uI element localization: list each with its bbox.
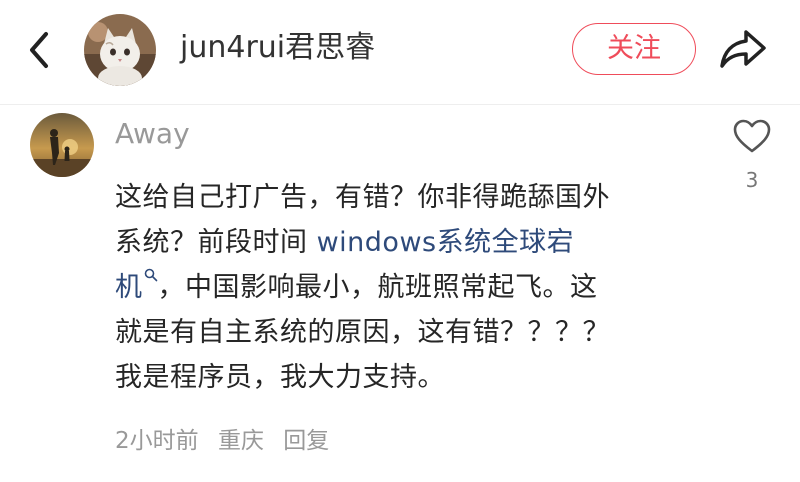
comment-line: 系统？前段时间 windows系统全球宕 — [115, 220, 695, 265]
search-icon[interactable] — [144, 251, 158, 282]
search-keyword-link-cont[interactable]: 机 — [115, 272, 143, 303]
comment-meta: 2小时前 重庆 回复 — [115, 425, 341, 457]
comment-time: 2小时前 — [115, 428, 199, 454]
comment-line: 机 ，中国影响最小，航班照常起飞。这 — [115, 265, 695, 310]
like-count: 3 — [745, 168, 759, 192]
comment-text-segment: ，中国影响最小，航班照常起飞。这 — [157, 272, 598, 303]
reply-button[interactable]: 回复 — [283, 428, 329, 454]
back-button[interactable] — [22, 30, 58, 70]
comment-item: Away 3 这给自己打广告，有错？你非得跪舔国外 系统？前段时间 window… — [0, 105, 800, 482]
top-nav-bar: jun4rui君思睿 关注 — [0, 0, 800, 105]
commenter-name[interactable]: Away — [115, 115, 190, 153]
share-arrow-icon — [720, 30, 766, 68]
author-avatar[interactable] — [84, 14, 156, 86]
sunset-figure-avatar-image — [30, 113, 94, 177]
chevron-left-icon — [30, 32, 48, 68]
cat-avatar-image — [84, 14, 156, 86]
comment-line: 这给自己打广告，有错？你非得跪舔国外 — [115, 182, 610, 213]
comment-line: 就是有自主系统的原因，这有错？？？？ — [115, 317, 610, 348]
share-button[interactable] — [718, 26, 768, 72]
follow-button[interactable]: 关注 — [572, 23, 696, 75]
heart-outline-icon — [733, 119, 771, 153]
comment-location: 重庆 — [217, 428, 264, 454]
search-keyword-link[interactable]: windows系统全球宕 — [317, 227, 575, 258]
like-button[interactable] — [732, 117, 772, 157]
commenter-avatar[interactable] — [30, 113, 94, 177]
comment-line: 我是程序员，我大力支持。 — [115, 362, 445, 393]
comment-text: 这给自己打广告，有错？你非得跪舔国外 系统？前段时间 windows系统全球宕 … — [115, 175, 695, 400]
author-username[interactable]: jun4rui君思睿 — [180, 28, 375, 68]
